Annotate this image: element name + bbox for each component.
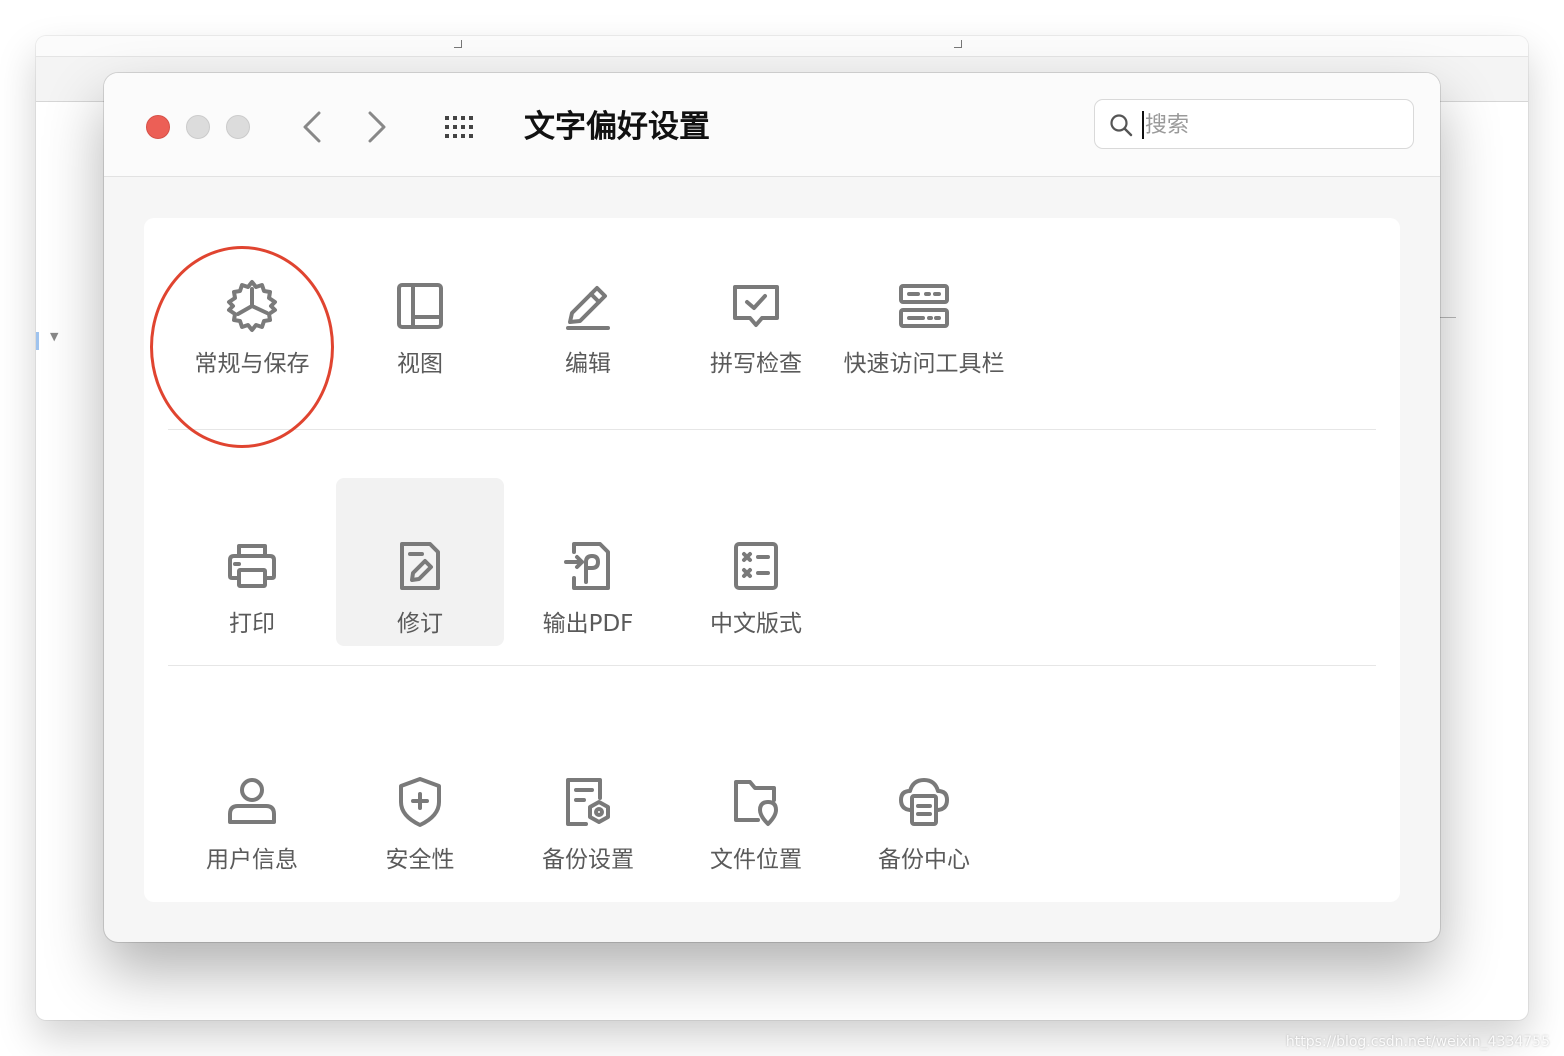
preferences-row-2: 打印 修订 输出PDF 中文版式 <box>168 454 1376 690</box>
document-edge-marker <box>36 332 39 350</box>
pencil-icon <box>566 286 610 330</box>
revision-icon <box>400 542 440 590</box>
back-button[interactable] <box>292 107 332 147</box>
pref-quick-access-toolbar[interactable]: 快速访问工具栏 <box>840 218 1008 386</box>
pref-label: 拼写检查 <box>710 351 802 377</box>
pref-revision[interactable]: 修订 <box>336 478 504 646</box>
forward-button[interactable] <box>357 107 397 147</box>
shield-icon <box>399 777 441 827</box>
ruler-marker-left[interactable] <box>454 40 462 48</box>
preferences-row-3: 用户信息 安全性 备份设置 文件位置 备份中心 <box>168 690 1376 926</box>
zoom-window-button[interactable] <box>226 115 250 139</box>
gear-icon <box>227 280 277 332</box>
view-layout-icon <box>397 283 443 329</box>
pref-label: 备份中心 <box>878 847 970 873</box>
pref-label: 用户信息 <box>206 847 298 873</box>
export-pdf-icon <box>564 542 610 590</box>
chevron-right-icon <box>368 111 386 143</box>
pref-backup-settings[interactable]: 备份设置 <box>504 714 672 882</box>
preferences-dialog: 文字偏好设置 常规与保存 <box>104 73 1440 942</box>
pref-label: 备份设置 <box>542 847 634 873</box>
minimize-window-button[interactable] <box>186 115 210 139</box>
backup-center-icon <box>899 778 949 826</box>
dropdown-caret-icon[interactable]: ▼ <box>50 330 58 343</box>
pref-label: 修订 <box>397 611 443 637</box>
document-margin-line <box>1440 317 1456 318</box>
pref-spell-check[interactable]: 拼写检查 <box>672 218 840 386</box>
dialog-title: 文字偏好设置 <box>524 109 710 145</box>
text-cursor <box>1142 111 1144 139</box>
pref-file-location[interactable]: 文件位置 <box>672 714 840 882</box>
pref-print[interactable]: 打印 <box>168 478 336 646</box>
pref-security[interactable]: 安全性 <box>336 714 504 882</box>
backup-settings-icon <box>566 778 610 826</box>
spell-check-icon <box>733 285 779 327</box>
pref-export-pdf[interactable]: 输出PDF <box>504 478 672 646</box>
dialog-titlebar: 文字偏好设置 <box>104 73 1440 177</box>
pref-view[interactable]: 视图 <box>336 218 504 386</box>
pref-label: 中文版式 <box>710 611 802 637</box>
pref-backup-center[interactable]: 备份中心 <box>840 714 1008 882</box>
user-icon <box>228 778 276 824</box>
search-icon <box>1110 114 1133 137</box>
folder-location-icon <box>734 780 778 826</box>
pref-label: 编辑 <box>565 351 611 377</box>
pref-label: 视图 <box>397 351 443 377</box>
close-window-button[interactable] <box>146 115 170 139</box>
show-all-button[interactable] <box>440 110 480 144</box>
pref-general-save[interactable]: 常规与保存 <box>168 218 336 386</box>
ruler-marker-right[interactable] <box>954 40 962 48</box>
pref-user-info[interactable]: 用户信息 <box>168 714 336 882</box>
chinese-layout-icon <box>734 542 778 590</box>
pref-edit[interactable]: 编辑 <box>504 218 672 386</box>
pref-chinese-layout[interactable]: 中文版式 <box>672 478 840 646</box>
pref-label: 安全性 <box>385 847 455 873</box>
search-box[interactable] <box>1094 99 1414 149</box>
pref-label: 快速访问工具栏 <box>843 351 1005 377</box>
document-ruler <box>36 36 1528 57</box>
toolbar-icon <box>899 284 949 328</box>
chevron-left-icon <box>303 111 321 143</box>
printer-icon <box>228 544 276 588</box>
pref-label: 打印 <box>229 611 275 637</box>
pref-label: 常规与保存 <box>194 351 310 377</box>
watermark-text: https://blog.csdn.net/weixin_4334755 <box>1285 1034 1550 1050</box>
pref-label: 文件位置 <box>710 847 802 873</box>
pref-label: 输出PDF <box>542 611 634 637</box>
grid-icon <box>445 116 473 138</box>
preferences-row-1: 常规与保存 视图 编辑 拼写检查 快速访问工具栏 <box>168 218 1376 454</box>
preferences-panel: 常规与保存 视图 编辑 拼写检查 快速访问工具栏 打印 修订 输出PDF 中文版… <box>144 218 1400 902</box>
search-input[interactable] <box>1145 106 1395 144</box>
